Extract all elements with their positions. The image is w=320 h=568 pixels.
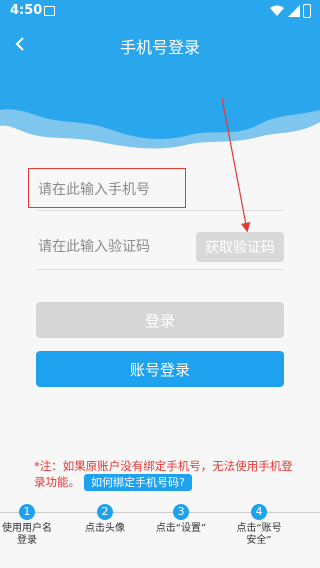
step-4: 4 点击“账号安全” <box>224 504 294 547</box>
image-notification-icon <box>44 6 55 16</box>
step-label: 点击“设置” <box>155 523 207 534</box>
phone-input[interactable] <box>36 174 190 206</box>
login-button[interactable]: 登录 <box>36 302 284 338</box>
step-1: 1 使用用户名登录 <box>0 504 62 547</box>
note-text-block: *注：如果原账户没有绑定手机号，无法使用手机登录功能。 如何绑定手机号码? <box>34 458 304 491</box>
page-title: 手机号登录 <box>119 38 200 57</box>
toolbar: 手机号登录 <box>0 24 320 64</box>
step-label: 点击头像 <box>85 523 125 534</box>
account-login-button[interactable]: 账号登录 <box>36 351 284 387</box>
code-input[interactable] <box>36 231 190 263</box>
step-3: 3 点击“设置” <box>146 504 216 535</box>
step-number: 4 <box>251 504 267 520</box>
step-number: 2 <box>97 504 113 520</box>
status-time: 4:50 <box>10 3 43 18</box>
header-wave <box>0 64 320 149</box>
signal-icon <box>288 5 300 17</box>
status-bar: 4:50 <box>0 0 320 24</box>
wifi-icon <box>270 5 284 16</box>
get-code-button[interactable]: 获取验证码 <box>196 232 284 262</box>
battery-icon <box>303 4 311 18</box>
step-number: 3 <box>173 504 189 520</box>
step-label: 点击“账号安全” <box>236 523 282 546</box>
phone-field <box>36 172 284 211</box>
steps-guide: 1 使用用户名登录 2 点击头像 3 点击“设置” 4 点击“账号安全” <box>0 500 320 568</box>
step-number: 1 <box>19 504 35 520</box>
step-label: 使用用户名登录 <box>2 523 52 546</box>
step-2: 2 点击头像 <box>70 504 140 535</box>
how-to-bind-phone-link[interactable]: 如何绑定手机号码? <box>84 474 192 491</box>
